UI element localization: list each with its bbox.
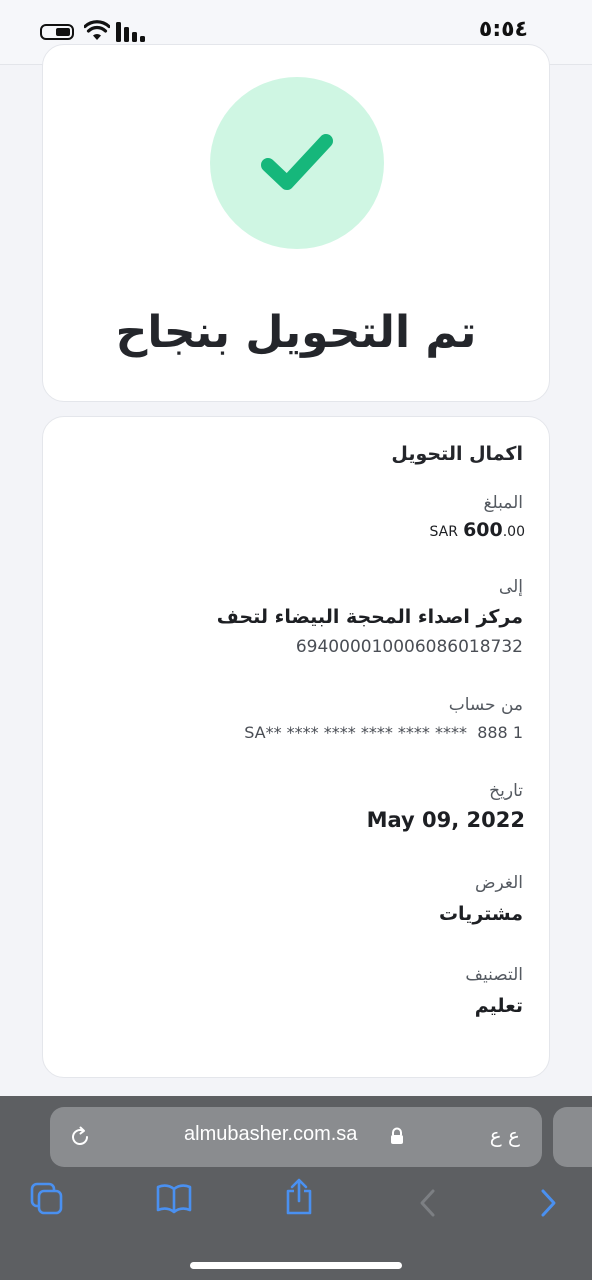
next-tab-preview[interactable] xyxy=(553,1107,592,1167)
wifi-icon xyxy=(84,20,110,40)
date-value: May 09, 2022 xyxy=(366,808,525,832)
signal-icon xyxy=(116,22,145,42)
amount-currency: SAR xyxy=(429,524,458,540)
status-time: ٥:٥٤ xyxy=(478,17,528,42)
category-label: التصنيف xyxy=(465,965,523,985)
success-title: تم التحويل بنجاح xyxy=(115,307,477,358)
battery-icon xyxy=(40,24,74,40)
beneficiary-name: مركز اصداء المحجة البيضاء لتحف xyxy=(216,606,523,628)
to-label: إلى xyxy=(498,577,523,597)
amount-value: SAR 600.00 xyxy=(430,519,525,541)
back-icon[interactable] xyxy=(418,1188,436,1218)
purpose-label: الغرض xyxy=(474,873,523,893)
browser-toolbar: almubasher.com.sa ع ع xyxy=(0,1096,592,1280)
purpose-value: مشتريات xyxy=(438,903,523,925)
amount-label: المبلغ xyxy=(483,493,523,513)
url-text[interactable]: almubasher.com.sa xyxy=(184,1123,357,1146)
home-indicator[interactable] xyxy=(190,1262,402,1269)
beneficiary-account: 694000010006086018732 xyxy=(295,637,523,657)
category-value: تعليم xyxy=(474,995,523,1017)
text-size-button[interactable]: ع ع xyxy=(490,1123,520,1147)
tabs-icon[interactable] xyxy=(30,1182,64,1216)
success-badge xyxy=(210,77,384,249)
share-icon[interactable] xyxy=(284,1178,314,1216)
transfer-details-card: اكمال التحويل المبلغ SAR 600.00 إلى مركز… xyxy=(42,416,550,1078)
success-card: تم التحويل بنجاح xyxy=(42,44,550,402)
from-account-label: من حساب xyxy=(448,695,523,715)
details-heading: اكمال التحويل xyxy=(391,443,523,465)
check-icon xyxy=(261,134,333,190)
from-account-masked: SA** **** **** **** **** **** 888 1 xyxy=(244,723,523,742)
amount-integer: 600 xyxy=(463,519,503,541)
forward-icon[interactable] xyxy=(540,1188,558,1218)
lock-icon xyxy=(391,1127,403,1144)
bookmarks-icon[interactable] xyxy=(156,1182,192,1214)
reload-icon[interactable] xyxy=(68,1125,92,1149)
amount-decimals: .00 xyxy=(502,524,525,540)
address-bar[interactable]: almubasher.com.sa ع ع xyxy=(50,1107,542,1167)
date-label: تاريخ xyxy=(489,781,523,801)
